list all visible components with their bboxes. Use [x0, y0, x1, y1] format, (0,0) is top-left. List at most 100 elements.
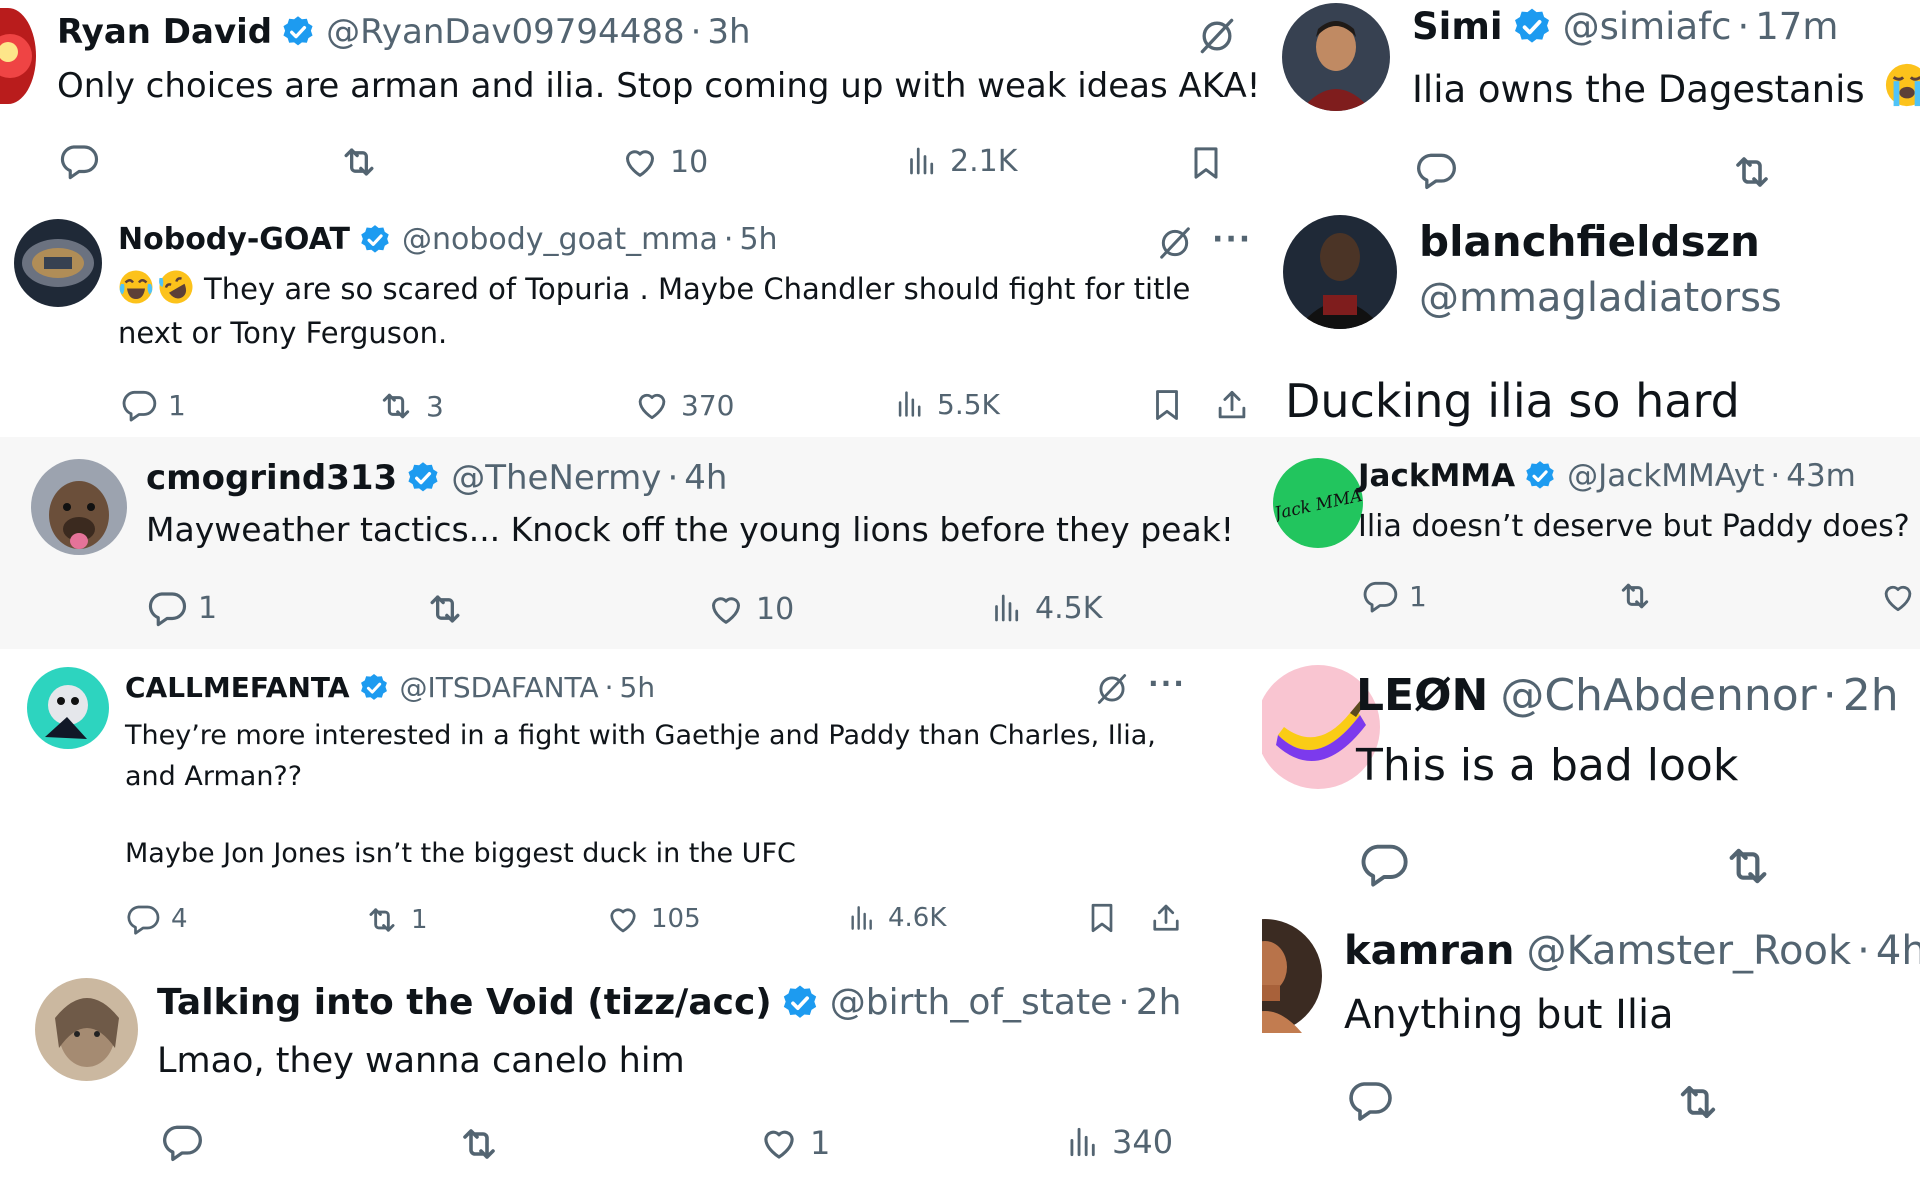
handle[interactable]: @JackMMAyt — [1567, 458, 1764, 494]
timestamp[interactable]: 5h — [739, 222, 777, 257]
display-name[interactable]: Ryan David — [57, 12, 272, 52]
tweet-blanchfieldszn[interactable]: blanchfieldszn @mmagladiatorss Ducking i… — [1262, 207, 1920, 437]
timestamp[interactable]: 4h — [684, 458, 727, 498]
avatar[interactable] — [35, 978, 138, 1081]
reply-button[interactable]: 1 — [146, 587, 217, 629]
repost-button[interactable]: 3 — [376, 386, 444, 426]
repost-button[interactable] — [1728, 148, 1776, 196]
timestamp[interactable]: 43m — [1786, 458, 1856, 494]
handle[interactable]: @TheNermy — [451, 458, 661, 498]
display-name[interactable]: CALLMEFANTA — [125, 671, 350, 704]
tweet-header: Ryan David @RyanDav09794488 · 3h — [57, 12, 751, 52]
tweet-leon[interactable]: LEØN @ChAbdennor · 2h This is a bad look — [1262, 649, 1920, 913]
handle[interactable]: @birth_of_state — [830, 982, 1112, 1023]
display-name[interactable]: cmogrind313 — [146, 458, 397, 498]
tweet-text: Mayweather tactics... Knock off the youn… — [146, 510, 1235, 549]
views-button[interactable]: 5.5K — [893, 387, 1000, 421]
reply-button[interactable] — [1358, 838, 1410, 890]
grok-slash-icon[interactable] — [1155, 223, 1195, 263]
grok-slash-icon[interactable] — [1195, 14, 1239, 58]
share-button[interactable] — [1213, 385, 1251, 425]
repost-count: 1 — [411, 905, 428, 935]
repost-button[interactable] — [455, 1120, 503, 1168]
avatar[interactable] — [1282, 3, 1390, 111]
tweet-talking-into-the-void[interactable]: Talking into the Void (tizz/acc) @birth_… — [0, 945, 1262, 1200]
like-count: 10 — [756, 591, 795, 627]
tweet-jackmma[interactable]: Jack MMA JackMMA @JackMMAyt · 43m Ilia d… — [1262, 437, 1920, 649]
avatar[interactable] — [0, 8, 36, 104]
separator: · — [1737, 5, 1750, 48]
repost-button[interactable] — [423, 587, 467, 631]
like-button[interactable]: 105 — [605, 901, 701, 937]
avatar[interactable] — [27, 667, 109, 749]
tweet-cmogrind313[interactable]: cmogrind313 @TheNermy · 4h Mayweather ta… — [0, 437, 1262, 649]
bookmark-button[interactable] — [1186, 142, 1226, 184]
display-name[interactable]: Talking into the Void (tizz/acc) — [157, 982, 772, 1023]
verified-badge-icon — [358, 223, 392, 257]
reply-button[interactable] — [1414, 148, 1458, 192]
tweet-ryan-david[interactable]: Ryan David @RyanDav09794488 · 3h Only ch… — [0, 0, 1262, 207]
bookmark-button[interactable] — [1148, 385, 1186, 425]
avatar[interactable]: Jack MMA — [1273, 458, 1363, 548]
display-name[interactable]: blanchfieldszn — [1419, 217, 1760, 266]
handle[interactable]: @nobody_goat_mma — [402, 222, 718, 257]
like-button[interactable]: 370 — [633, 386, 734, 424]
share-button[interactable] — [1148, 899, 1184, 937]
repost-button[interactable] — [1615, 576, 1655, 616]
repost-button[interactable] — [1720, 838, 1776, 894]
reply-button[interactable] — [58, 140, 100, 182]
tweet-header: CALLMEFANTA @ITSDAFANTA · 5h — [125, 671, 655, 704]
handle[interactable]: @simiafc — [1563, 5, 1732, 48]
reply-count: 1 — [198, 590, 218, 626]
tweet-simi[interactable]: Simi @simiafc · 17m Ilia owns the Dagest… — [1262, 0, 1920, 207]
avatar[interactable] — [31, 459, 127, 555]
tweet-callmefanta[interactable]: CALLMEFANTA @ITSDAFANTA · 5h ··· They’re… — [0, 649, 1262, 945]
like-button[interactable]: 10 — [620, 142, 708, 182]
repost-button[interactable] — [337, 140, 381, 184]
display-name[interactable]: Nobody-GOAT — [118, 222, 350, 257]
handle[interactable]: @RyanDav09794488 — [326, 12, 684, 52]
reply-button[interactable] — [160, 1120, 204, 1164]
reply-button[interactable]: 1 — [1361, 577, 1427, 615]
repost-button[interactable] — [1672, 1076, 1724, 1128]
like-button[interactable]: 10 — [706, 589, 794, 629]
reply-button[interactable]: 4 — [125, 901, 188, 937]
handle[interactable]: @ChAbdennor — [1500, 670, 1816, 721]
views-button[interactable]: 4.5K — [989, 590, 1102, 626]
tweet-nobody-goat[interactable]: Nobody-GOAT @nobody_goat_mma · 5h ··· Th… — [0, 207, 1262, 437]
tweet-header: Simi @simiafc · 17m — [1412, 5, 1838, 48]
bookmark-button[interactable] — [1084, 899, 1120, 937]
like-count: 10 — [670, 144, 709, 180]
grok-slash-icon[interactable] — [1093, 670, 1131, 708]
like-button[interactable]: 1 — [758, 1122, 830, 1164]
display-name[interactable]: Simi — [1412, 5, 1503, 48]
timestamp[interactable]: 5h — [620, 671, 656, 704]
timestamp[interactable]: 17m — [1755, 5, 1838, 48]
views-button[interactable]: 4.6K — [846, 902, 946, 934]
avatar[interactable] — [14, 219, 102, 307]
loudly-crying-face-icon — [1884, 62, 1920, 108]
avatar[interactable] — [1262, 919, 1322, 1033]
display-name[interactable]: JackMMA — [1358, 458, 1515, 494]
views-button[interactable]: 2.1K — [904, 143, 1017, 179]
timestamp[interactable]: 2h — [1843, 670, 1899, 721]
more-icon[interactable]: ··· — [1212, 222, 1252, 257]
more-icon[interactable]: ··· — [1148, 667, 1186, 700]
handle[interactable]: @mmagladiatorss — [1419, 275, 1782, 321]
display-name[interactable]: LEØN — [1356, 670, 1488, 721]
avatar[interactable] — [1283, 215, 1397, 329]
views-button[interactable]: 340 — [1064, 1123, 1173, 1161]
timestamp[interactable]: 3h — [707, 12, 750, 52]
tweet-kamran[interactable]: kamran @Kamster_Rook · 4h Anything but I… — [1262, 913, 1920, 1200]
timestamp[interactable]: 2h — [1136, 982, 1182, 1023]
handle[interactable]: @Kamster_Rook — [1526, 928, 1851, 974]
like-button[interactable] — [1879, 578, 1917, 616]
tweet-text-content: They are so scared of Topuria . Maybe Ch… — [118, 272, 1191, 350]
tweet-text: This is a bad look — [1356, 740, 1739, 791]
timestamp[interactable]: 4h — [1876, 928, 1920, 974]
handle[interactable]: @ITSDAFANTA — [400, 671, 599, 704]
reply-button[interactable] — [1346, 1076, 1394, 1124]
repost-button[interactable]: 1 — [363, 901, 428, 939]
display-name[interactable]: kamran — [1344, 928, 1514, 974]
reply-button[interactable]: 1 — [120, 386, 186, 424]
